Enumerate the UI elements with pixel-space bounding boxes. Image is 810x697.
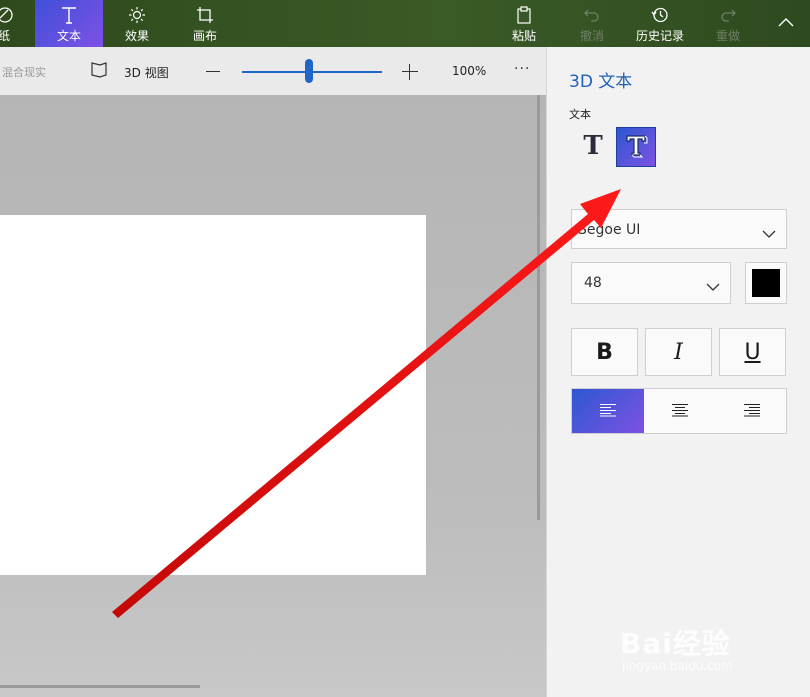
align-left-icon	[599, 402, 617, 421]
canvas-workspace[interactable]	[0, 95, 546, 697]
3d-text-button[interactable]	[616, 127, 656, 167]
redo-icon	[704, 5, 752, 25]
more-options-button[interactable]: ···	[514, 61, 530, 77]
clipboard-icon	[500, 5, 548, 25]
zoom-in-button[interactable]	[402, 64, 418, 80]
tool-effects[interactable]: 效果	[103, 0, 171, 47]
tool-canvas-label: 画布	[192, 29, 217, 43]
canvas[interactable]	[0, 215, 426, 575]
font-family-value: Segoe UI	[578, 222, 641, 238]
tool-text-label: 文本	[56, 29, 81, 43]
text-type-label: 文本	[569, 108, 591, 121]
text-icon	[35, 5, 103, 25]
redo-button[interactable]: 重做	[704, 0, 752, 47]
bold-button[interactable]: B	[571, 328, 638, 376]
vertical-scrollbar[interactable]	[537, 95, 540, 520]
zoom-slider-thumb[interactable]	[305, 59, 314, 83]
font-family-dropdown[interactable]: Segoe UI	[571, 209, 787, 249]
2d-text-button[interactable]: T	[577, 131, 609, 167]
chevron-down-icon	[706, 277, 720, 296]
tool-sticker-label: 纸	[0, 29, 11, 43]
align-right-button[interactable]	[716, 389, 788, 433]
top-toolbar: 纸 文本 效果 画布 粘贴 撤消 历史记录 重做	[0, 0, 810, 47]
panel-title: 3D 文本	[569, 72, 633, 92]
redo-label: 重做	[715, 29, 740, 43]
crop-icon	[171, 5, 239, 25]
history-label: 历史记录	[635, 29, 684, 43]
color-swatch	[752, 269, 780, 297]
font-color-button[interactable]	[745, 262, 787, 304]
history-button[interactable]: 历史记录	[628, 0, 692, 47]
3d-view-button[interactable]: 3D 视图	[90, 61, 169, 83]
chevron-up-icon	[768, 12, 804, 32]
history-icon	[628, 5, 692, 25]
3d-view-icon	[90, 61, 108, 83]
undo-button[interactable]: 撤消	[568, 0, 616, 47]
watermark-brand: Bai经验	[620, 627, 731, 660]
underline-button[interactable]: U	[719, 328, 786, 376]
text-3d-panel: 3D 文本 文本 T Segoe UI 48 B I U	[546, 47, 810, 697]
chevron-down-icon	[762, 224, 776, 243]
font-size-value: 48	[584, 275, 602, 291]
paste-button[interactable]: 粘贴	[500, 0, 548, 47]
undo-label: 撤消	[579, 29, 604, 43]
undo-icon	[568, 5, 616, 25]
watermark-url: jingyan.baidu.com	[622, 659, 733, 673]
align-right-icon	[743, 402, 761, 421]
tool-effects-label: 效果	[124, 29, 149, 43]
mixed-reality-button[interactable]: 混合现实	[2, 64, 46, 80]
align-center-icon	[671, 402, 689, 421]
sun-icon	[103, 5, 171, 25]
3d-view-label: 3D 视图	[124, 65, 169, 80]
tool-canvas[interactable]: 画布	[171, 0, 239, 47]
view-bar: 混合现实 3D 视图 100% ···	[0, 47, 546, 95]
italic-button[interactable]: I	[645, 328, 712, 376]
tool-sticker[interactable]: 纸	[0, 0, 20, 47]
alignment-group	[571, 388, 787, 434]
font-size-dropdown[interactable]: 48	[571, 262, 731, 304]
zoom-out-button[interactable]	[206, 71, 220, 72]
collapse-toolbar-button[interactable]	[768, 0, 804, 47]
align-center-button[interactable]	[644, 389, 716, 433]
horizontal-scrollbar[interactable]	[0, 685, 200, 688]
3d-text-icon	[623, 132, 649, 162]
zoom-percent: 100%	[452, 64, 487, 78]
align-left-button[interactable]	[572, 389, 644, 433]
sticker-icon	[0, 5, 20, 25]
paste-label: 粘贴	[511, 29, 536, 43]
tool-text[interactable]: 文本	[35, 0, 103, 47]
